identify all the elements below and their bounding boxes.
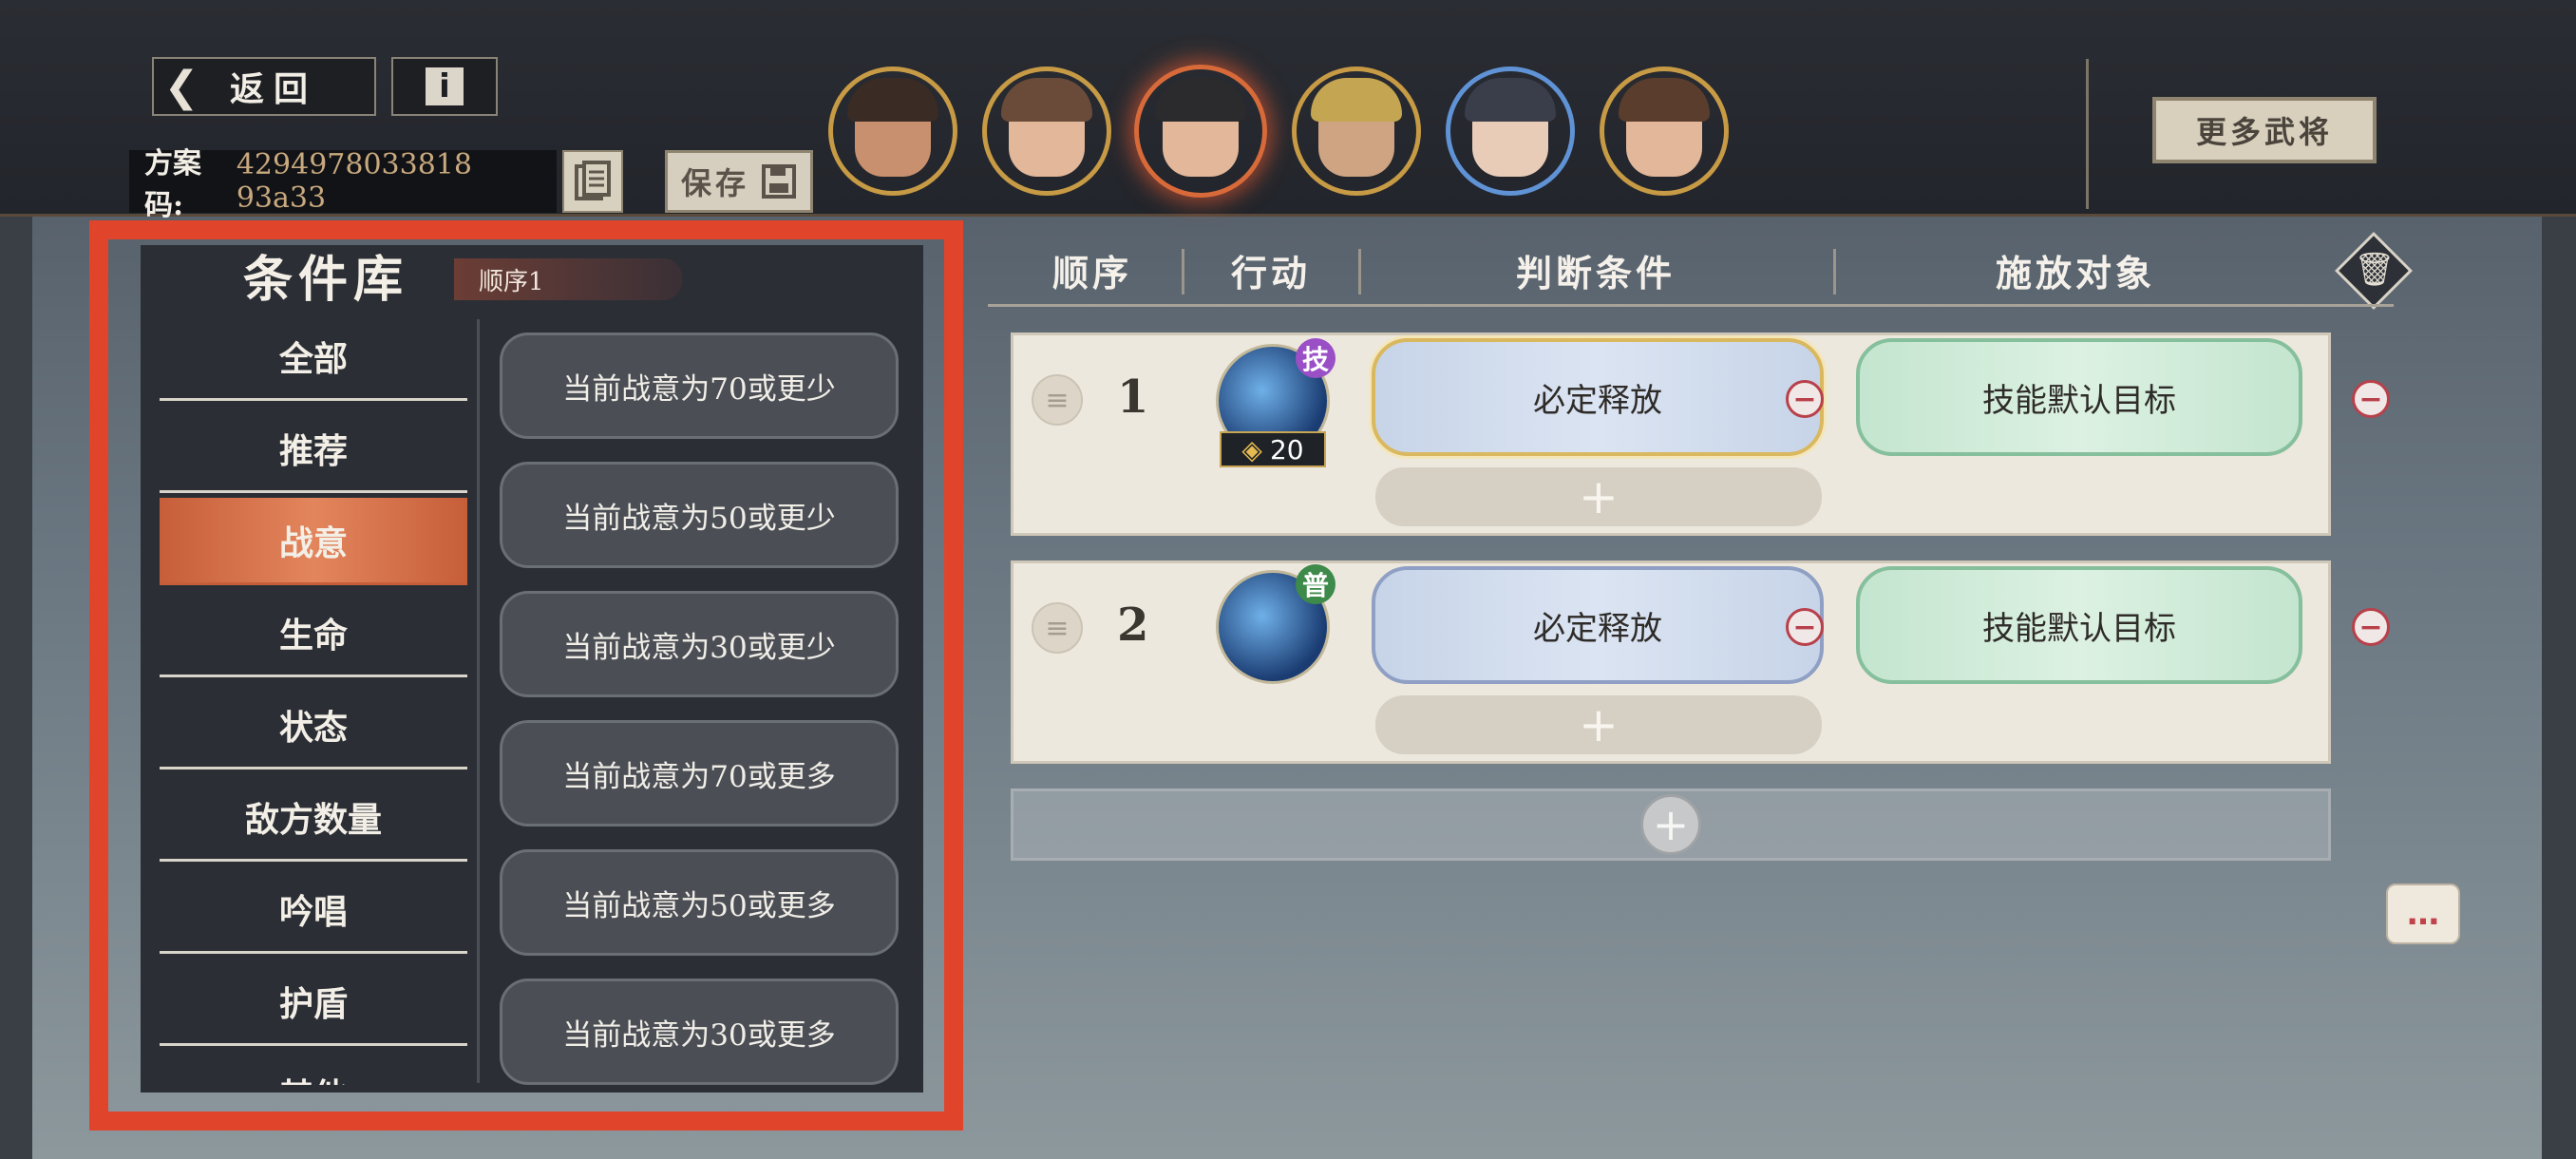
skill-type-badge: 技 (1296, 338, 1335, 378)
hero-portrait-6[interactable] (1600, 66, 1729, 196)
header-condition: 判断条件 (1515, 251, 1676, 294)
back-label: 返回 (230, 69, 318, 109)
category-all[interactable]: 全部 (160, 314, 467, 401)
target-slot[interactable]: 技能默认目标 (1856, 338, 2302, 456)
chat-icon[interactable]: … (2386, 884, 2460, 944)
right-border (2542, 217, 2576, 1159)
category-chant[interactable]: 吟唱 (160, 866, 467, 954)
left-border (0, 217, 32, 1159)
category-divider (477, 319, 480, 1083)
info-icon: i (426, 67, 464, 105)
condition-option[interactable]: 当前战意为50或更多 (500, 849, 899, 956)
hero-face (1619, 78, 1710, 177)
more-heroes-button[interactable]: 更多武将 (2152, 97, 2377, 163)
save-label: 保存 (680, 165, 749, 201)
header-action: 行动 (1230, 251, 1311, 294)
remove-condition-icon[interactable]: − (1786, 380, 1824, 418)
plan-code-label: 方案码: (144, 147, 201, 222)
back-button[interactable]: ❮ 返回 (152, 57, 376, 116)
condition-list: 当前战意为70或更少 当前战意为50或更少 当前战意为30或更少 当前战意为70… (500, 332, 908, 1108)
category-list: 全部 推荐 战意 生命 状态 敌方数量 吟唱 护盾 其他 (160, 314, 467, 1085)
add-condition-button[interactable]: + (1375, 695, 1822, 754)
target-slot[interactable]: 技能默认目标 (1856, 566, 2302, 684)
trash-icon: 🗑 (2354, 251, 2396, 289)
row-number: 2 (1117, 598, 1149, 652)
condition-option[interactable]: 当前战意为30或更多 (500, 978, 899, 1085)
category-health[interactable]: 生命 (160, 590, 467, 677)
chevron-left-icon: ❮ (163, 62, 199, 111)
hero-portrait-1[interactable] (828, 66, 957, 196)
plan-code-value: 4294978033818 93a33 (236, 148, 472, 215)
skill-cost: ◈ 20 (1220, 431, 1326, 467)
condition-option[interactable]: 当前战意为70或更少 (500, 332, 899, 439)
hero-portrait-5[interactable] (1446, 66, 1575, 196)
hero-portrait-4[interactable] (1292, 66, 1421, 196)
header-separator (1358, 249, 1361, 294)
condition-option[interactable]: 当前战意为70或更多 (500, 720, 899, 826)
drag-handle-icon[interactable]: ≡ (1032, 602, 1083, 654)
cost-value: 20 (1269, 433, 1304, 466)
skill-type-badge: 普 (1296, 564, 1335, 604)
energy-icon: ◈ (1241, 433, 1262, 466)
category-other[interactable]: 其他 (160, 1051, 467, 1086)
hero-face (1155, 78, 1246, 177)
header-order: 顺序 (1051, 251, 1132, 294)
plus-icon: + (1640, 794, 1701, 855)
hero-face (1001, 78, 1092, 177)
remove-row-icon[interactable]: − (2352, 380, 2390, 418)
remove-row-icon[interactable]: − (2352, 608, 2390, 646)
row-number: 1 (1117, 370, 1149, 424)
condition-slot[interactable]: 必定释放 (1372, 338, 1824, 456)
add-condition-button[interactable]: + (1375, 467, 1822, 526)
header-target: 施放对象 (1995, 251, 2155, 294)
hero-portrait-2[interactable] (982, 66, 1111, 196)
category-fighting-spirit[interactable]: 战意 (160, 498, 467, 585)
condition-option[interactable]: 当前战意为50或更少 (500, 462, 899, 568)
category-shield[interactable]: 护盾 (160, 959, 467, 1046)
info-button[interactable]: i (391, 57, 498, 116)
category-recommended[interactable]: 推荐 (160, 406, 467, 493)
drag-handle-icon[interactable]: ≡ (1032, 374, 1083, 426)
hero-face (1465, 78, 1556, 177)
hero-face (1311, 78, 1402, 177)
remove-condition-icon[interactable]: − (1786, 608, 1824, 646)
condition-option[interactable]: 当前战意为30或更少 (500, 591, 899, 697)
copy-code-button[interactable] (562, 150, 623, 213)
header-underline (988, 304, 2394, 307)
category-status[interactable]: 状态 (160, 682, 467, 770)
copy-icon (575, 161, 611, 200)
header-separator (1182, 249, 1184, 294)
plan-code: 方案码: 4294978033818 93a33 (129, 147, 557, 222)
header-divider (2086, 59, 2089, 209)
header-separator (1833, 249, 1836, 294)
library-title: 条件库 (243, 251, 409, 309)
category-enemy-count[interactable]: 敌方数量 (160, 774, 467, 862)
save-button[interactable]: 保存 (665, 150, 813, 213)
hero-portrait-3[interactable] (1134, 65, 1267, 198)
add-row-button[interactable]: + (1011, 788, 2331, 861)
save-icon (762, 164, 796, 199)
hero-face (847, 78, 938, 177)
order-badge: 顺序1 (454, 258, 682, 300)
condition-slot[interactable]: 必定释放 (1372, 566, 1824, 684)
